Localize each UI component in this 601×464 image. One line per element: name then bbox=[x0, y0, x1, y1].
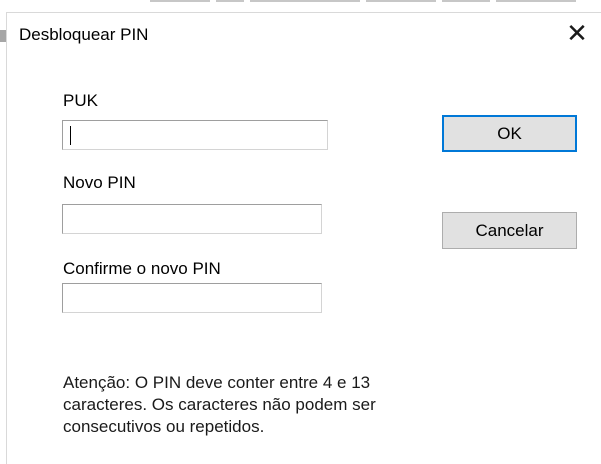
cancel-button[interactable]: Cancelar bbox=[442, 212, 577, 249]
confirm-pin-label: Confirme o novo PIN bbox=[63, 259, 221, 278]
close-icon: ✕ bbox=[566, 18, 588, 48]
puk-field-frame bbox=[62, 120, 328, 150]
note-line: Atenção: O PIN deve conter entre 4 e 13 bbox=[63, 373, 371, 392]
note-line: caracteres. Os caracteres não podem ser bbox=[63, 395, 376, 414]
unlock-pin-dialog: Desbloquear PIN ✕ PUK Novo PIN Confirme … bbox=[6, 12, 601, 464]
title-bar[interactable]: Desbloquear PIN ✕ bbox=[7, 13, 601, 53]
new-pin-label: Novo PIN bbox=[63, 173, 136, 192]
dialog-title: Desbloquear PIN bbox=[19, 25, 149, 44]
puk-label: PUK bbox=[63, 91, 98, 110]
confirm-pin-input[interactable] bbox=[63, 284, 321, 312]
text-caret bbox=[70, 126, 71, 145]
confirm-pin-field-frame bbox=[62, 283, 322, 313]
ok-button[interactable]: OK bbox=[442, 115, 577, 152]
close-button[interactable]: ✕ bbox=[553, 13, 601, 53]
background-window-remnant bbox=[150, 0, 601, 5]
new-pin-input[interactable] bbox=[63, 205, 321, 233]
puk-input[interactable] bbox=[63, 121, 327, 149]
dialog-body: PUK Novo PIN Confirme o novo PIN OK Canc… bbox=[7, 53, 601, 464]
pin-requirements-note: Atenção: O PIN deve conter entre 4 e 13 … bbox=[63, 372, 523, 438]
note-line: consecutivos ou repetidos. bbox=[63, 417, 265, 436]
new-pin-field-frame bbox=[62, 204, 322, 234]
screen: Desbloquear PIN ✕ PUK Novo PIN Confirme … bbox=[0, 0, 601, 464]
